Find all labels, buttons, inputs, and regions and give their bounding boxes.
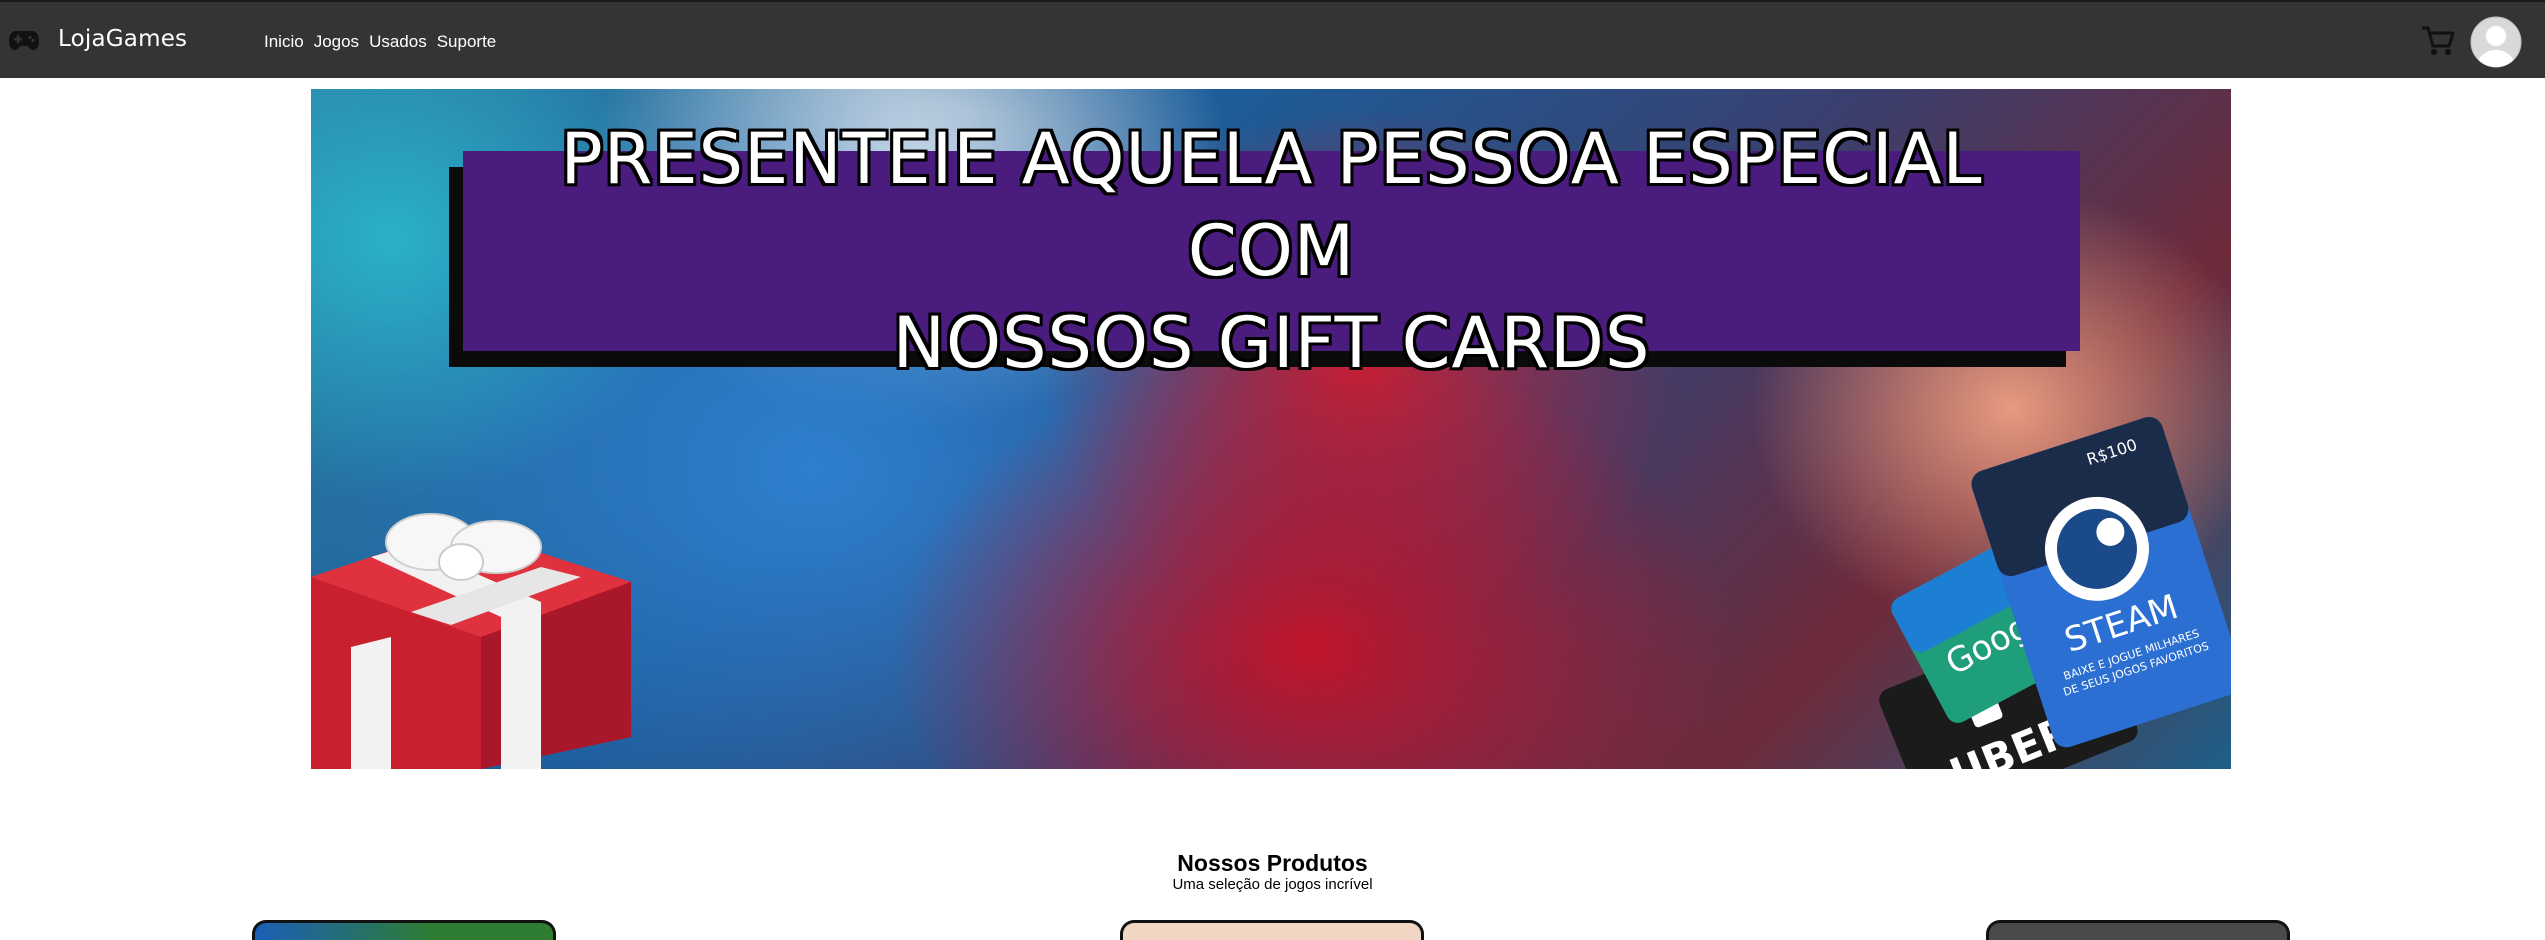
hero-banner[interactable]: PRESENTEIE AQUELA PESSOA ESPECIAL COM NO…	[311, 89, 2231, 769]
brand-name[interactable]: LojaGames	[58, 26, 187, 52]
user-avatar-icon[interactable]	[2470, 16, 2522, 68]
top-navbar: LojaGames Inicio Jogos Usados Suporte	[0, 0, 2545, 78]
hero-title-line1: PRESENTEIE AQUELA PESSOA ESPECIAL COM	[560, 118, 1983, 292]
gamepad-icon[interactable]	[8, 28, 40, 52]
nav-link-suporte[interactable]: Suporte	[437, 32, 497, 52]
products-title: Nossos Produtos	[1177, 850, 1368, 876]
gift-box-icon	[311, 513, 631, 769]
nav-link-usados[interactable]: Usados	[369, 32, 427, 52]
nav-link-jogos[interactable]: Jogos	[314, 32, 359, 52]
shopping-cart-icon[interactable]	[2420, 24, 2456, 58]
product-card[interactable]	[252, 920, 556, 940]
hero-title: PRESENTEIE AQUELA PESSOA ESPECIAL COM NO…	[472, 113, 2072, 389]
nav-links: Inicio Jogos Usados Suporte	[264, 32, 496, 52]
product-card[interactable]	[1986, 920, 2290, 940]
nav-link-inicio[interactable]: Inicio	[264, 32, 304, 52]
hero-title-box: PRESENTEIE AQUELA PESSOA ESPECIAL COM NO…	[463, 118, 2080, 384]
product-card[interactable]	[1120, 920, 1424, 940]
hero-title-line2: NOSSOS GIFT CARDS	[892, 302, 1651, 384]
gift-cards-illustration: UBER Google R$100 STEAM BAIXE E JOGUE MI…	[1879, 416, 2231, 769]
products-subtitle: Uma seleção de jogos incrível	[1172, 876, 1373, 893]
